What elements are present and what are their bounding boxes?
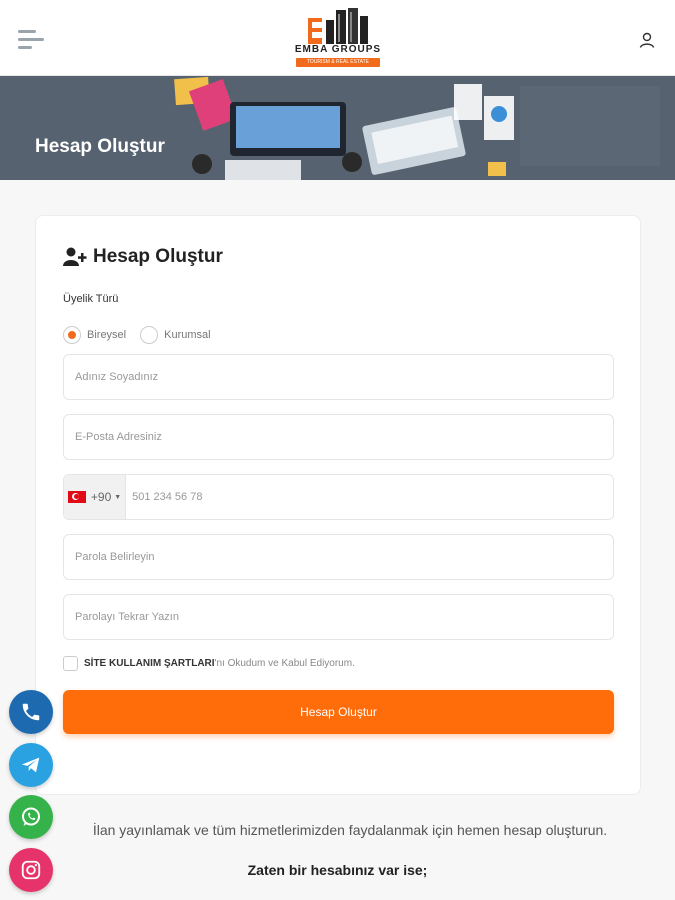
user-icon[interactable] xyxy=(639,32,655,48)
terms-link[interactable]: SİTE KULLANIM ŞARTLARI xyxy=(84,658,215,669)
name-input[interactable] xyxy=(64,355,613,399)
telegram-button[interactable] xyxy=(9,743,53,787)
password-input[interactable] xyxy=(64,535,613,579)
terms-text: 'nı Okudum ve Kabul Ediyorum. xyxy=(214,658,355,669)
card-title: Hesap Oluştur xyxy=(63,246,223,268)
email-field[interactable] xyxy=(63,414,614,460)
instagram-button[interactable] xyxy=(9,848,53,892)
user-plus-icon xyxy=(63,247,87,266)
name-field[interactable] xyxy=(63,354,614,400)
chevron-down-icon: ▼ xyxy=(114,493,122,501)
phone-field[interactable]: +90 ▼ xyxy=(63,474,614,520)
whatsapp-icon xyxy=(22,807,40,826)
logo-subtext: TOURISM & REAL ESTATE xyxy=(296,58,380,67)
country-code: +90 xyxy=(90,490,112,504)
hero-title: Hesap Oluştur xyxy=(35,136,165,157)
radio-kurumsal[interactable] xyxy=(140,326,159,344)
password-repeat-input[interactable] xyxy=(64,595,613,639)
hero-banner: Hesap Oluştur xyxy=(0,76,675,180)
instagram-icon xyxy=(21,860,41,880)
hero-background-image xyxy=(0,76,675,180)
logo[interactable]: EMBA GROUPS TOURISM & REAL ESTATE xyxy=(288,6,388,68)
membership-type-label: Üyelik Türü xyxy=(63,293,119,305)
info-text: İlan yayınlamak ve tüm hizmetlerimizden … xyxy=(92,822,608,838)
menu-icon[interactable] xyxy=(18,30,46,52)
terms-checkbox[interactable] xyxy=(63,656,78,671)
country-code-select[interactable]: +90 ▼ xyxy=(64,475,127,519)
password-repeat-field[interactable] xyxy=(63,594,614,640)
turkey-flag-icon xyxy=(67,491,86,503)
telegram-icon xyxy=(21,757,40,773)
login-question: Zaten bir hesabınız var ise; xyxy=(247,862,428,878)
card-title-text: Hesap Oluştur xyxy=(93,246,223,267)
radio-bireysel-label[interactable]: Bireysel xyxy=(87,329,126,341)
whatsapp-button[interactable] xyxy=(9,795,53,839)
radio-kurumsal-label[interactable]: Kurumsal xyxy=(164,329,210,341)
logo-buildings-icon xyxy=(308,8,368,44)
membership-type-radios: Bireysel Kurumsal xyxy=(63,326,225,344)
email-input[interactable] xyxy=(64,415,613,459)
password-field[interactable] xyxy=(63,534,614,580)
create-account-button[interactable]: Hesap Oluştur xyxy=(63,690,614,734)
radio-bireysel[interactable] xyxy=(63,326,81,344)
phone-icon xyxy=(22,703,40,721)
signup-card: Hesap Oluştur Üyelik Türü Bireysel Kurum… xyxy=(35,215,641,795)
phone-button[interactable] xyxy=(9,690,53,734)
top-header: EMBA GROUPS TOURISM & REAL ESTATE xyxy=(0,0,675,76)
terms-row: SİTE KULLANIM ŞARTLARI 'nı Okudum ve Kab… xyxy=(63,656,355,671)
phone-input[interactable] xyxy=(126,475,613,519)
logo-text: EMBA GROUPS xyxy=(294,44,382,55)
